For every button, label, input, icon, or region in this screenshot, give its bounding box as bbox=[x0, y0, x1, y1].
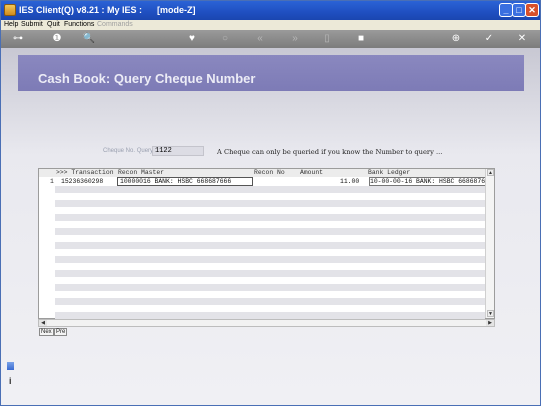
query-label: Cheque No. Query bbox=[103, 148, 154, 154]
menu-help[interactable]: Help bbox=[4, 21, 18, 28]
heart-icon[interactable]: ♥ bbox=[184, 32, 200, 46]
cell-amount[interactable]: 11.00 bbox=[340, 178, 359, 185]
scroll-left-icon[interactable]: ◀ bbox=[39, 320, 47, 326]
info-icon[interactable]: ❶ bbox=[49, 32, 65, 46]
header-recon-master[interactable]: Recon Master bbox=[118, 169, 164, 176]
scroll-up-icon[interactable]: ▲ bbox=[487, 169, 494, 176]
horizontal-scrollbar[interactable]: ◀ ▶ bbox=[38, 319, 495, 327]
vertical-scrollbar[interactable]: ▲ ▼ bbox=[485, 169, 494, 318]
row-number: 1 bbox=[50, 178, 54, 185]
window-title: IES Client(Q) v8.21 : My IES : [mode-Z] bbox=[19, 5, 196, 15]
lock-icon[interactable]: ⊕ bbox=[448, 32, 464, 46]
toolbar: ⊶ ❶ 🔍 ♥ ○ « » ▯ ■ ⊕ ✓ ✕ bbox=[1, 30, 540, 48]
minimize-button[interactable]: _ bbox=[499, 3, 513, 17]
menu-quit[interactable]: Quit bbox=[47, 21, 60, 28]
close-window-button[interactable]: ✕ bbox=[525, 3, 539, 17]
cheque-number-input[interactable]: 1122 bbox=[152, 146, 204, 156]
header-bank-ledger[interactable]: Bank Ledger bbox=[368, 169, 410, 176]
menu-commands: Commands bbox=[97, 21, 133, 28]
cell-recon-master[interactable]: 10000016 BANK: HSBC 668687666 bbox=[120, 178, 231, 185]
refresh-icon[interactable]: ○ bbox=[217, 32, 233, 46]
rewind-icon[interactable]: « bbox=[252, 32, 268, 46]
maximize-button[interactable]: □ bbox=[512, 3, 526, 17]
app-window: IES Client(Q) v8.21 : My IES : [mode-Z] … bbox=[0, 0, 541, 406]
menu-bar: Help Submit Quit Functions Commands bbox=[1, 20, 540, 30]
cell-transaction[interactable]: 15236360298 bbox=[61, 178, 103, 185]
prev-button[interactable]: Pre bbox=[54, 328, 68, 336]
header-amount[interactable]: Amount bbox=[300, 169, 323, 176]
menu-functions[interactable]: Functions bbox=[64, 21, 94, 28]
header-recon-no[interactable]: Recon No bbox=[254, 169, 285, 176]
app-logo-icon bbox=[4, 4, 16, 16]
title-bar[interactable]: IES Client(Q) v8.21 : My IES : [mode-Z] … bbox=[1, 1, 540, 20]
query-hint: A Cheque can only be queried if you know… bbox=[217, 148, 443, 156]
page-header: Cash Book: Query Cheque Number bbox=[18, 55, 524, 91]
grid-header: >>> Transaction Recon Master Recon No Am… bbox=[39, 169, 485, 177]
page-title: Cash Book: Query Cheque Number bbox=[38, 71, 256, 86]
toolbar-close-icon[interactable]: ✕ bbox=[514, 32, 530, 46]
side-panel-icon[interactable] bbox=[7, 362, 14, 370]
next-button[interactable]: Nex bbox=[39, 328, 54, 336]
scroll-right-icon[interactable]: ▶ bbox=[486, 320, 494, 326]
header-transaction[interactable]: >>> Transaction bbox=[56, 169, 114, 176]
page-icon[interactable]: ▯ bbox=[319, 32, 335, 46]
info-side-icon[interactable]: i bbox=[9, 376, 13, 386]
cell-bank-ledger[interactable]: 10-00-00-16 BANK: HSBC 668687666 bbox=[370, 178, 493, 185]
menu-submit[interactable]: Submit bbox=[21, 21, 43, 28]
search-icon[interactable]: 🔍 bbox=[81, 32, 97, 46]
results-grid: >>> Transaction Recon Master Recon No Am… bbox=[38, 168, 495, 320]
scroll-down-icon[interactable]: ▼ bbox=[487, 310, 494, 317]
check-icon[interactable]: ✓ bbox=[481, 32, 497, 46]
fast-forward-icon[interactable]: » bbox=[287, 32, 303, 46]
key-icon[interactable]: ⊶ bbox=[7, 32, 29, 46]
stop-icon[interactable]: ■ bbox=[353, 32, 369, 46]
